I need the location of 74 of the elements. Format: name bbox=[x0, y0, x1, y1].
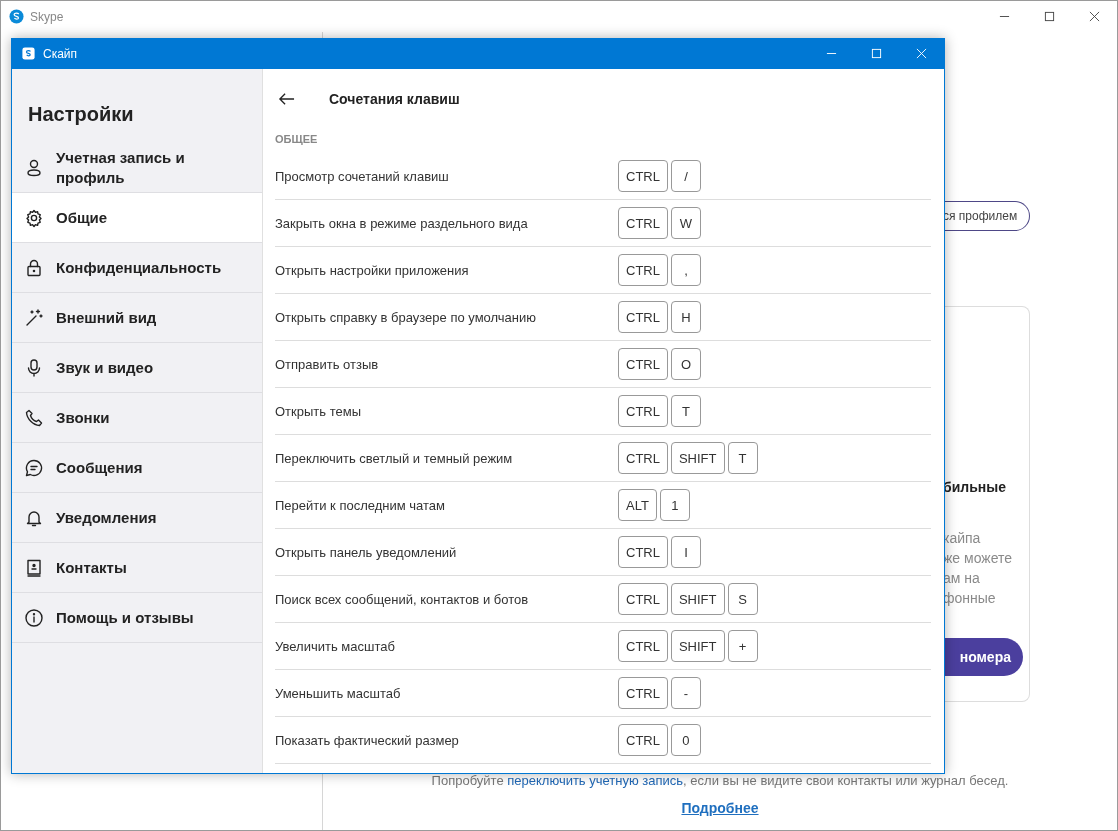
shortcut-label: Отправить отзыв bbox=[275, 356, 380, 372]
key-cap: SHIFT bbox=[670, 583, 725, 615]
window-title: Skype bbox=[30, 9, 64, 24]
key-cap: CTRL bbox=[618, 395, 668, 427]
skype-logo-icon bbox=[22, 47, 35, 60]
card-text: фонные bbox=[943, 589, 997, 608]
shortcut-label: Просмотр сочетаний клавиш bbox=[275, 168, 450, 184]
key-cap: H bbox=[670, 301, 701, 333]
sidebar-item[interactable]: Уведомления bbox=[12, 493, 262, 543]
key-cap: 0 bbox=[670, 724, 701, 756]
sidebar-item[interactable]: Контакты bbox=[12, 543, 262, 593]
maximize-icon[interactable] bbox=[1044, 11, 1055, 22]
key-cap: CTRL bbox=[618, 301, 668, 333]
wand-icon bbox=[24, 307, 44, 328]
gear-icon bbox=[24, 207, 44, 228]
back-arrow-icon[interactable] bbox=[278, 92, 295, 106]
sidebar-item[interactable]: Звук и видео bbox=[12, 343, 262, 393]
sidebar-item[interactable]: Общие bbox=[12, 193, 262, 243]
key-cap: + bbox=[727, 630, 758, 662]
shortcut-label: Переключить светлый и темный режим bbox=[275, 450, 514, 466]
key-cap: CTRL bbox=[618, 348, 668, 380]
shortcut-label: Увеличить масштаб bbox=[275, 638, 396, 654]
key-cap: CTRL bbox=[618, 724, 668, 756]
key-cap: - bbox=[670, 677, 701, 709]
key-cap: ALT bbox=[618, 489, 657, 521]
key-cap: S bbox=[727, 583, 758, 615]
shortcut-label: Закрыть окна в режиме раздельного вида bbox=[275, 215, 529, 231]
shortcut-label: Открыть темы bbox=[275, 403, 362, 419]
section-heading: ОБЩЕЕ bbox=[275, 132, 319, 147]
phone-icon bbox=[24, 407, 44, 428]
page-title: Сочетания клавиш bbox=[329, 91, 460, 107]
book-icon bbox=[24, 557, 44, 578]
key-cap: CTRL bbox=[618, 536, 668, 568]
key-cap: , bbox=[670, 254, 701, 286]
key-cap: CTRL bbox=[618, 207, 668, 239]
person-icon bbox=[24, 157, 44, 178]
key-cap: / bbox=[670, 160, 701, 192]
numbers-button[interactable]: номера bbox=[943, 638, 1023, 676]
chat-icon bbox=[24, 457, 44, 478]
key-cap: T bbox=[727, 442, 758, 474]
key-cap: T bbox=[670, 395, 701, 427]
shortcut-label: Уменьшить масштаб bbox=[275, 685, 402, 701]
shortcut-label: Открыть настройки приложения bbox=[275, 262, 470, 278]
skype-logo-icon bbox=[9, 9, 24, 24]
shortcut-label: Поиск всех сообщений, контактов и ботов bbox=[275, 591, 530, 607]
key-cap: CTRL bbox=[618, 254, 668, 286]
sidebar-item[interactable]: Конфиденциальность bbox=[12, 243, 262, 293]
sidebar-item[interactable]: Помощь и отзывы bbox=[12, 593, 262, 643]
sidebar-heading: Настройки bbox=[27, 102, 135, 127]
sidebar-item[interactable]: Звонки bbox=[12, 393, 262, 443]
key-cap: CTRL bbox=[618, 160, 668, 192]
key-cap: CTRL bbox=[618, 677, 668, 709]
key-cap: CTRL bbox=[618, 630, 668, 662]
sidebar-item[interactable]: Внешний вид bbox=[12, 293, 262, 343]
key-cap: W bbox=[670, 207, 701, 239]
window-title: Скайп bbox=[43, 46, 78, 61]
key-cap: 1 bbox=[659, 489, 690, 521]
footer-text: Попробуйте переключить учетную запись, если вы не видите свои контакты или журнал бесед. bbox=[431, 773, 1009, 788]
key-cap: CTRL bbox=[618, 442, 668, 474]
shortcut-label: Показать фактический размер bbox=[275, 732, 460, 748]
info-icon bbox=[24, 607, 44, 628]
key-cap: I bbox=[670, 536, 701, 568]
learn-more-link[interactable]: Подробнее bbox=[681, 800, 759, 816]
close-icon[interactable] bbox=[1089, 11, 1100, 22]
card-heading: бильные bbox=[943, 479, 1007, 495]
key-cap: SHIFT bbox=[670, 442, 725, 474]
lock-icon bbox=[24, 257, 44, 278]
key-cap: O bbox=[670, 348, 701, 380]
sidebar-item[interactable]: Сообщения bbox=[12, 443, 262, 493]
shortcut-label: Перейти к последним чатам bbox=[275, 497, 446, 513]
key-cap: CTRL bbox=[618, 583, 668, 615]
shortcut-label: Открыть справку в браузере по умолчанию bbox=[275, 309, 538, 325]
key-cap: SHIFT bbox=[670, 630, 725, 662]
shortcut-label: Открыть панель уведомлений bbox=[275, 544, 458, 560]
